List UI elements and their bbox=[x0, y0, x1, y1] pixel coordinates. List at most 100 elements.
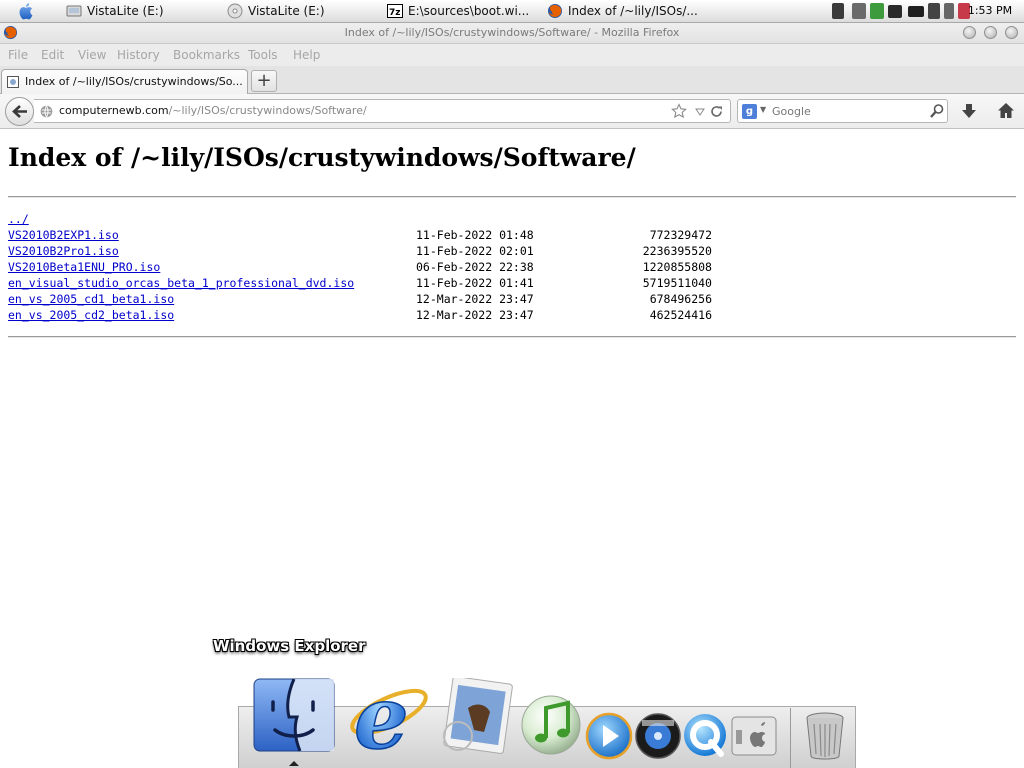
drive-icon bbox=[66, 5, 82, 17]
list-item: ../ bbox=[8, 211, 768, 227]
back-arrow-icon bbox=[12, 105, 27, 118]
system-settings-icon[interactable] bbox=[731, 716, 777, 756]
maximize-button[interactable] bbox=[984, 26, 997, 39]
file-size: 772329472 bbox=[649, 228, 712, 242]
close-button[interactable] bbox=[1005, 26, 1018, 39]
horizontal-rule bbox=[8, 196, 1016, 198]
clock[interactable]: 1:53 PM bbox=[962, 0, 1018, 22]
mail-icon[interactable] bbox=[438, 678, 514, 756]
menu-edit[interactable]: Edit bbox=[41, 44, 64, 66]
task-drive-window[interactable]: VistaLite (E:) bbox=[66, 0, 216, 22]
parent-directory-link[interactable]: ../ bbox=[8, 212, 29, 226]
new-tab-button[interactable]: + bbox=[251, 70, 277, 92]
reload-icon[interactable] bbox=[709, 104, 724, 119]
menu-history[interactable]: History bbox=[117, 44, 160, 66]
running-indicator bbox=[289, 761, 299, 766]
globe-icon[interactable] bbox=[40, 105, 53, 118]
file-link[interactable]: VS2010Beta1ENU_PRO.iso bbox=[8, 260, 160, 274]
recycle-icon[interactable] bbox=[870, 3, 884, 19]
file-link[interactable]: en_visual_studio_orcas_beta_1_profession… bbox=[8, 276, 354, 290]
page-content: Index of /~lily/ISOs/crustywindows/Softw… bbox=[0, 129, 1024, 768]
file-size: 5719511040 bbox=[642, 276, 712, 290]
tab-directory-index[interactable]: Index of /~lily/ISOs/crustywindows/So... bbox=[1, 69, 248, 94]
file-link[interactable]: en_vs_2005_cd2_beta1.iso bbox=[8, 308, 174, 322]
trash-icon[interactable] bbox=[805, 712, 845, 760]
file-size: 678496256 bbox=[649, 292, 712, 306]
list-item: VS2010B2EXP1.iso 11-Feb-2022 01:48 77232… bbox=[8, 227, 768, 243]
task-label: VistaLite (E:) bbox=[87, 4, 164, 18]
monitor-icon[interactable] bbox=[888, 5, 902, 18]
file-link[interactable]: VS2010B2Pro1.iso bbox=[8, 244, 119, 258]
file-size: 2236395520 bbox=[642, 244, 712, 258]
file-date: 11-Feb-2022 01:48 bbox=[416, 228, 534, 242]
file-date: 11-Feb-2022 02:01 bbox=[416, 244, 534, 258]
menu-help[interactable]: Help bbox=[293, 44, 320, 66]
quicktime-icon[interactable] bbox=[682, 712, 730, 760]
file-link[interactable]: VS2010B2EXP1.iso bbox=[8, 228, 119, 242]
dock-tooltip: Windows Explorer bbox=[213, 637, 366, 655]
tab-label: Index of /~lily/ISOs/crustywindows/So... bbox=[25, 75, 243, 88]
media-player-icon[interactable] bbox=[585, 712, 633, 760]
list-item: en_visual_studio_orcas_beta_1_profession… bbox=[8, 275, 768, 291]
downloads-icon[interactable] bbox=[961, 103, 977, 119]
file-size: 1220855808 bbox=[642, 260, 712, 274]
home-icon[interactable] bbox=[997, 102, 1015, 119]
file-listing: ../ VS2010B2EXP1.iso 11-Feb-2022 01:48 7… bbox=[8, 211, 768, 323]
finder-icon[interactable] bbox=[253, 678, 335, 752]
file-link[interactable]: en_vs_2005_cd1_beta1.iso bbox=[8, 292, 174, 306]
search-icon[interactable] bbox=[929, 103, 945, 119]
bookmark-star-icon[interactable] bbox=[671, 103, 687, 119]
task-label: Index of /~lily/ISOs/... bbox=[568, 4, 697, 18]
horizontal-rule bbox=[8, 336, 1016, 338]
menu-file[interactable]: File bbox=[8, 44, 28, 66]
url-host: computernewb.com bbox=[59, 104, 169, 117]
dvd-player-icon[interactable] bbox=[634, 712, 682, 760]
tab-strip: Index of /~lily/ISOs/crustywindows/So...… bbox=[0, 66, 1024, 94]
task-firefox-window[interactable]: Index of /~lily/ISOs/... bbox=[547, 0, 697, 22]
list-item: en_vs_2005_cd2_beta1.iso 12-Mar-2022 23:… bbox=[8, 307, 768, 323]
window-titlebar[interactable]: Index of /~lily/ISOs/crustywindows/Softw… bbox=[0, 23, 1024, 44]
menu-bookmarks[interactable]: Bookmarks bbox=[173, 44, 240, 66]
file-date: 12-Mar-2022 23:47 bbox=[416, 308, 534, 322]
minimize-button[interactable] bbox=[963, 26, 976, 39]
battery-icon[interactable] bbox=[908, 6, 924, 17]
list-item: VS2010Beta1ENU_PRO.iso 06-Feb-2022 22:38… bbox=[8, 259, 768, 275]
chevron-down-icon[interactable]: ▼ bbox=[760, 105, 766, 114]
menu-view[interactable]: View bbox=[78, 44, 106, 66]
task-cd-window[interactable]: VistaLite (E:) bbox=[227, 0, 377, 22]
task-label: VistaLite (E:) bbox=[248, 4, 325, 18]
menu-tools[interactable]: Tools bbox=[248, 44, 278, 66]
dock-separator bbox=[790, 708, 791, 768]
task-7zip-window[interactable]: 7z E:\sources\boot.wi... bbox=[387, 0, 537, 22]
search-box[interactable]: g ▼ bbox=[737, 99, 948, 123]
page-title: Index of /~lily/ISOs/crustywindows/Softw… bbox=[8, 143, 636, 172]
person-icon[interactable] bbox=[832, 3, 844, 19]
internet-explorer-icon[interactable]: e bbox=[346, 666, 432, 756]
task-label: E:\sources\boot.wi... bbox=[408, 4, 530, 18]
cd-icon bbox=[227, 3, 243, 19]
file-date: 11-Feb-2022 01:41 bbox=[416, 276, 534, 290]
window-title: Index of /~lily/ISOs/crustywindows/Softw… bbox=[344, 26, 680, 39]
dropbox-icon[interactable] bbox=[928, 3, 940, 19]
network-icon[interactable] bbox=[852, 3, 866, 19]
search-input[interactable] bbox=[772, 102, 922, 120]
volume-icon[interactable] bbox=[944, 3, 954, 19]
7zip-icon: 7z bbox=[387, 4, 403, 18]
back-button[interactable] bbox=[5, 97, 34, 126]
file-date: 12-Mar-2022 23:47 bbox=[416, 292, 534, 306]
url-path: /~lily/ISOs/crustywindows/Software/ bbox=[168, 104, 367, 117]
itunes-icon[interactable] bbox=[520, 694, 582, 756]
file-date: 06-Feb-2022 22:38 bbox=[416, 260, 534, 274]
url-history-dropdown-icon[interactable] bbox=[695, 108, 705, 116]
navigation-bar: computernewb.com/~lily/ISOs/crustywindow… bbox=[0, 94, 1024, 129]
list-item: VS2010B2Pro1.iso 11-Feb-2022 02:01 22363… bbox=[8, 243, 768, 259]
system-taskbar: VistaLite (E:) VistaLite (E:) 7z E:\sourc… bbox=[0, 0, 1024, 23]
apple-menu-icon[interactable] bbox=[18, 2, 36, 20]
url-bar[interactable]: computernewb.com/~lily/ISOs/crustywindow… bbox=[34, 99, 731, 123]
page-icon bbox=[7, 76, 19, 88]
svg-text:e: e bbox=[354, 668, 409, 756]
list-item: en_vs_2005_cd1_beta1.iso 12-Mar-2022 23:… bbox=[8, 291, 768, 307]
google-icon[interactable]: g bbox=[742, 104, 757, 119]
menu-bar: File Edit View History Bookmarks Tools H… bbox=[0, 44, 1024, 66]
url-text[interactable]: computernewb.com/~lily/ISOs/crustywindow… bbox=[59, 100, 367, 122]
